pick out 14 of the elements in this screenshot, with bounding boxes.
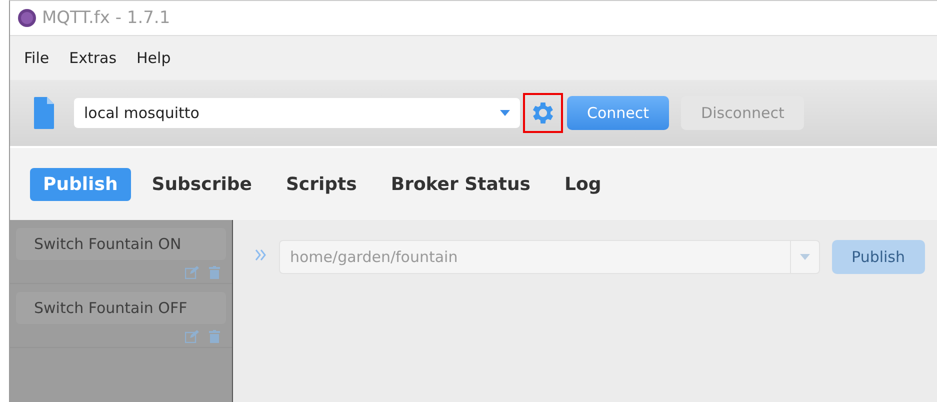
menu-item[interactable]: Extras bbox=[69, 49, 117, 67]
tab[interactable]: Log bbox=[552, 168, 614, 200]
profile-dropdown[interactable]: local mosquitto bbox=[74, 98, 520, 128]
caret-icon bbox=[800, 254, 810, 260]
menu-item[interactable]: Help bbox=[136, 49, 171, 67]
caret-icon bbox=[500, 110, 510, 116]
tab[interactable]: Broker Status bbox=[378, 168, 544, 200]
tab[interactable]: Subscribe bbox=[138, 168, 265, 200]
double-chevron-icon[interactable] bbox=[255, 249, 267, 261]
tab[interactable]: Scripts bbox=[272, 168, 370, 200]
document-icon[interactable] bbox=[34, 97, 54, 129]
menu-item[interactable]: File bbox=[24, 49, 50, 67]
app-logo-icon bbox=[18, 9, 36, 27]
window-title: MQTT.fx - 1.7.1 bbox=[42, 8, 170, 28]
